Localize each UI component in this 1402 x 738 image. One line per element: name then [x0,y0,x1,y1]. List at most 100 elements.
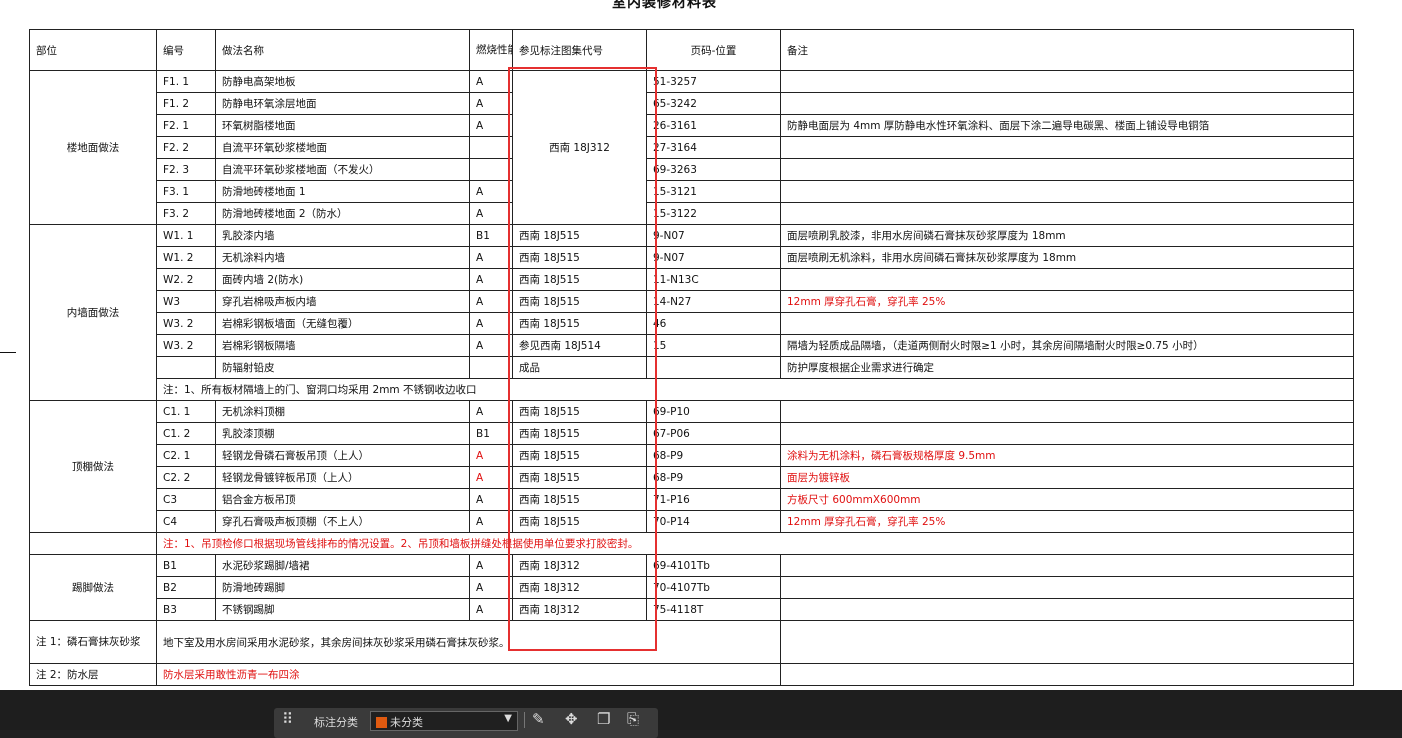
cell-fire: A [469,268,513,291]
table-row: B3 不锈钢踢脚 A 西南 18J312 75-4118T [30,598,1354,621]
note1-label: 注 1：磷石膏抹灰砂浆 [29,620,157,664]
cell-name: 岩棉彩钢板墙面（无缝包覆） [215,312,470,335]
cell-fire [469,136,513,159]
cell-name: 轻钢龙骨磷石膏板吊顶（上人） [215,444,470,467]
cell-fire: B1 [469,224,513,247]
cell-note: 防护厚度根据企业需求进行确定 [780,356,1354,379]
cell-page: 69-4101Tb [646,554,781,577]
cell-fire [469,158,513,181]
edit-icon[interactable]: ✎ [532,711,545,727]
cell-code: B1 [156,554,216,577]
table-row: F3. 1 防滑地砖楼地面 1 A 15-3121 [30,180,1354,203]
cell-code: W3 [156,290,216,313]
cell-atlas: 西南 18J312 [512,598,647,621]
cell-fire: A [469,334,513,357]
header-note: 备注 [780,29,1354,71]
table-row: W3. 2 岩棉彩钢板隔墙 A 参见西南 18J514 15 隔墙为轻质成品隔墙… [30,334,1354,357]
cell-code: C2. 2 [156,466,216,489]
cell-note: 面层为镀锌板 [780,466,1354,489]
cell-name: 防静电高架地板 [215,70,470,93]
cell-fire [469,356,513,379]
cell-note: 12mm 厚穿孔石膏，穿孔率 25% [780,290,1354,313]
cell-code: W1. 1 [156,224,216,247]
cell-note [780,422,1354,445]
cell-name: 面砖内墙 2(防水) [215,268,470,291]
grid-icon[interactable]: ⠿ [282,711,293,727]
cell-code: F2. 1 [156,114,216,137]
cell-code: C3 [156,488,216,511]
table-row: F2. 1 环氧树脂楼地面 A 26-3161 防静电面层为 4mm 厚防静电水… [30,114,1354,137]
cell-note [780,400,1354,423]
cell-fire: A [469,598,513,621]
cell-code: F1. 2 [156,92,216,115]
cell-page: 70-4107Tb [646,576,781,599]
cell-fire: A [469,92,513,115]
note2-text: 防水层采用敢性沥青一布四涂 [156,663,781,686]
left-margin [0,0,29,690]
chevron-down-icon: ▼ [504,713,512,724]
cell-empty [780,663,1354,686]
table-row: 踢脚做法 B1 水泥砂浆踢脚/墙裙 A 西南 18J312 69-4101Tb [29,554,1354,621]
cell-code: F3. 2 [156,202,216,225]
category-select[interactable]: 未分类 ▼ [370,711,518,731]
cell-fire: A [469,246,513,269]
table-row: W3. 2 岩棉彩钢板墙面（无缝包覆） A 西南 18J515 46 [30,312,1354,335]
paste-icon[interactable]: ⎘ [627,711,639,727]
color-swatch [376,717,387,728]
table-row: C2. 2 轻钢龙骨镀锌板吊顶（上人） A 西南 18J515 68-P9 面层… [30,466,1354,489]
move-icon[interactable]: ✥ [565,711,578,727]
cell-fire: B1 [469,422,513,445]
cell-name: 环氧树脂楼地面 [215,114,470,137]
cell-note [780,576,1354,599]
cell-atlas: 西南 18J515 [512,268,647,291]
cell-atlas: 西南 18J312 [512,554,647,577]
toolbar-divider [524,712,525,728]
table-row: 注：1、所有板材隔墙上的门、窗洞口均采用 2mm 不锈钢收边收口 [30,378,1354,401]
cell-name: 乳胶漆内墙 [215,224,470,247]
cell-atlas: 西南 18J515 [512,400,647,423]
cell-code: C4 [156,510,216,533]
cell-atlas-merged: 西南 18J312 [512,70,647,225]
cell-note: 防静电面层为 4mm 厚防静电水性环氧涂料、面层下涂二遍导电碳黑、楼面上铺设导电… [780,114,1354,137]
bottom-panel [0,690,1402,730]
ceiling-footnote: 注：1、吊顶检修口根据现场管线排布的情况设置。2、吊顶和墙板拼缝处根据使用单位要… [156,532,1354,555]
cell-name: 自流平环氧砂浆楼地面 [215,136,470,159]
cell-name: 穿孔岩棉吸声板内墙 [215,290,470,313]
table-row: F1. 2 防静电环氧涂层地面 A 65-3242 [30,92,1354,115]
table-row: C3 铝合金方板吊顶 A 西南 18J515 71-P16 方板尺寸 600mm… [30,488,1354,511]
cell-code: F2. 3 [156,158,216,181]
table-row: F3. 2 防滑地砖楼地面 2（防水） A 15-3122 [30,202,1354,225]
category-label: 标注分类 [314,716,358,729]
cell-atlas: 西南 18J515 [512,224,647,247]
cell-code: B3 [156,598,216,621]
table-row: C2. 1 轻钢龙骨磷石膏板吊顶（上人） A 西南 18J515 68-P9 涂… [30,444,1354,467]
copy-icon[interactable]: ❐ [597,711,610,727]
cell-atlas: 西南 18J515 [512,444,647,467]
header-row: 部位 编号 做法名称 燃烧性能 参见标注图集代号 页码-位置 备注 [29,29,1354,71]
cell-name: 岩棉彩钢板隔墙 [215,334,470,357]
note2-label: 注 2：防水层 [29,663,157,686]
cell-atlas: 西南 18J515 [512,290,647,313]
header-fire: 燃烧性能 [469,29,513,71]
cell-name: 无机涂料顶棚 [215,400,470,423]
cell-code: F2. 2 [156,136,216,159]
table-row: C1. 2 乳胶漆顶棚 B1 西南 18J515 67-P06 [30,422,1354,445]
cell-note [780,70,1354,93]
table-row: 内墙面做法 W1. 1 乳胶漆内墙 B1 西南 18J515 9-N07 面层喷… [29,224,1354,401]
cell-page: 15-3122 [646,202,781,225]
cell-page: 68-P9 [646,444,781,467]
cell-name: 不锈钢踢脚 [215,598,470,621]
table-row: W1. 2 无机涂料内墙 A 西南 18J515 9-N07 面层喷刷无机涂料，… [30,246,1354,269]
cell-note [780,202,1354,225]
cell-page: 26-3161 [646,114,781,137]
cell-name: 防滑地砖踢脚 [215,576,470,599]
document-page: 室内装修材料表 部位 编号 做法名称 燃烧性能 参见标注图集代号 页码-位置 备… [0,0,1402,690]
cell-code: C1. 2 [156,422,216,445]
cell-page [646,356,781,379]
cell-page: 65-3242 [646,92,781,115]
cell-page: 51-3257 [646,70,781,93]
cell-note [780,268,1354,291]
page-title: 室内装修材料表 [612,0,717,11]
table-row: 楼地面做法 F1. 1 防静电高架地板 A 西南 18J312 51-3257 [29,70,1354,225]
cell-note [780,312,1354,335]
